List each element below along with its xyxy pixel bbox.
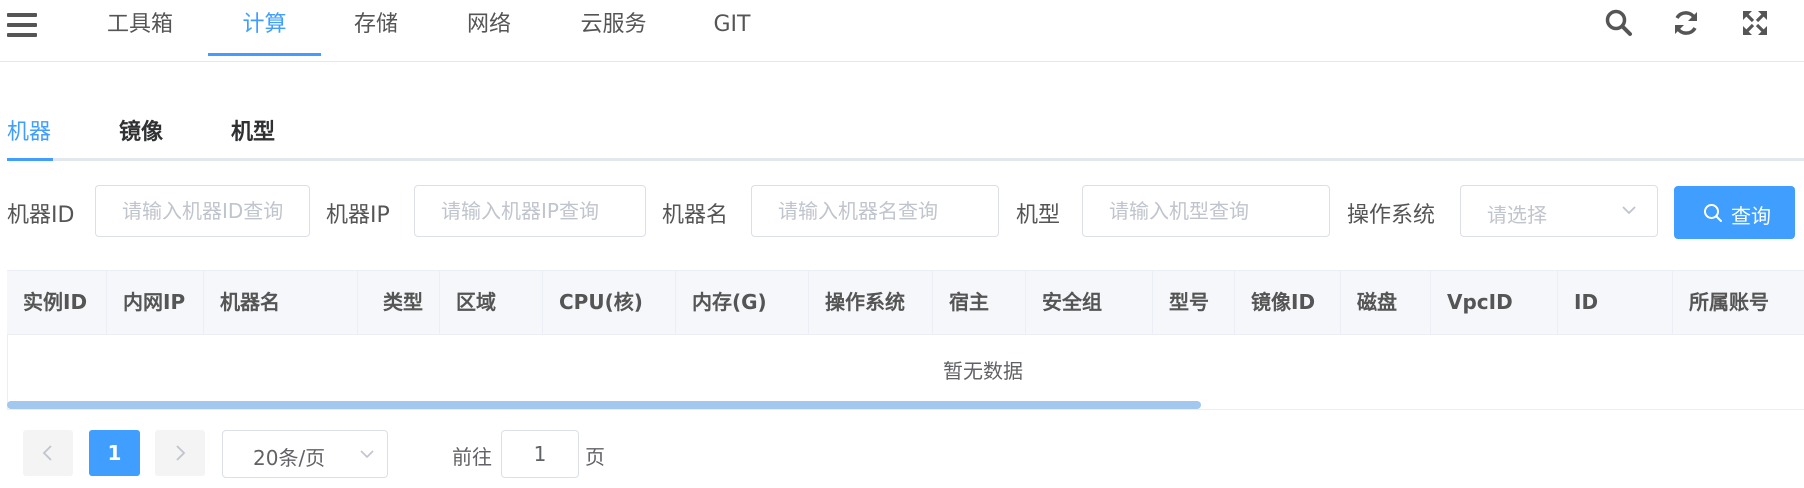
nav-tab-toolbox[interactable]: 工具箱: [94, 0, 186, 56]
horizontal-scrollbar[interactable]: [7, 401, 1201, 409]
os-select[interactable]: 请选择: [1460, 185, 1658, 237]
machine-name-label: 机器名: [662, 203, 729, 228]
column-header[interactable]: 镜像ID: [1235, 271, 1341, 334]
nav-tab-storage[interactable]: 存储: [350, 0, 402, 56]
chevron-down-icon: [1622, 206, 1636, 215]
page-size-select[interactable]: 20条/页: [222, 430, 388, 478]
machine-ip-input[interactable]: [414, 185, 646, 237]
nav-tab-git[interactable]: GIT: [708, 0, 756, 56]
column-header[interactable]: CPU(核): [543, 271, 676, 334]
column-header[interactable]: 型号: [1153, 271, 1235, 334]
page-size-value: 20条/页: [253, 446, 326, 470]
refresh-icon[interactable]: [1671, 8, 1701, 38]
subtab-machines[interactable]: 机器: [7, 114, 51, 146]
machine-id-label: 机器ID: [7, 203, 75, 228]
column-header[interactable]: 宿主: [933, 271, 1026, 334]
nav-tab-compute[interactable]: 计算: [208, 0, 321, 56]
os-label: 操作系统: [1347, 203, 1436, 228]
sub-tabs-divider: [7, 158, 1804, 161]
sub-tabs: 机器 镜像 机型: [0, 102, 1804, 161]
machine-name-input[interactable]: [751, 185, 999, 237]
goto-label: 前往: [452, 445, 492, 469]
column-header[interactable]: 类型: [358, 271, 440, 334]
machine-type-input[interactable]: [1082, 185, 1330, 237]
column-header[interactable]: 所属账号: [1673, 271, 1804, 334]
chevron-left-icon: [42, 445, 52, 461]
machine-type-label: 机型: [1016, 203, 1061, 228]
chevron-down-icon: [360, 450, 374, 459]
column-header[interactable]: 机器名: [204, 271, 358, 334]
column-header[interactable]: 内网IP: [107, 271, 204, 334]
column-header[interactable]: VpcID: [1431, 271, 1558, 334]
table-body: 暂无数据: [7, 335, 1804, 410]
search-icon: [1704, 204, 1722, 222]
fullscreen-icon[interactable]: [1740, 8, 1770, 38]
query-button[interactable]: 查询: [1674, 186, 1795, 239]
machine-ip-label: 机器IP: [326, 203, 390, 228]
machine-id-input[interactable]: [95, 185, 310, 237]
column-header[interactable]: 磁盘: [1341, 271, 1431, 334]
column-header[interactable]: 内存(G): [676, 271, 809, 334]
top-nav: 工具箱 计算 存储 网络 云服务 GIT: [0, 0, 1804, 62]
page-suffix: 页: [585, 445, 605, 469]
goto-page-input[interactable]: [501, 430, 579, 478]
prev-page-button[interactable]: [23, 430, 73, 476]
subtab-images[interactable]: 镜像: [119, 114, 163, 146]
nav-tab-network[interactable]: 网络: [463, 0, 515, 56]
nav-tab-cloud-service[interactable]: 云服务: [575, 0, 652, 56]
column-header[interactable]: 安全组: [1026, 271, 1153, 334]
column-header[interactable]: 区域: [440, 271, 543, 334]
menu-icon[interactable]: [7, 13, 37, 37]
column-header[interactable]: 操作系统: [809, 271, 933, 334]
table-header: 实例ID 内网IP 机器名 类型 区域 CPU(核) 内存(G) 操作系统 宿主…: [7, 270, 1804, 335]
search-icon[interactable]: [1604, 8, 1634, 38]
os-select-placeholder: 请选择: [1487, 203, 1547, 227]
page-number-current[interactable]: 1: [89, 430, 140, 476]
empty-text: 暂无数据: [943, 359, 1023, 383]
active-tab-indicator: [7, 158, 53, 161]
column-header[interactable]: ID: [1558, 271, 1673, 334]
next-page-button[interactable]: [155, 430, 205, 476]
column-header[interactable]: 实例ID: [7, 271, 107, 334]
chevron-right-icon: [176, 445, 186, 461]
query-button-label: 查询: [1731, 204, 1771, 228]
subtab-machine-types[interactable]: 机型: [231, 114, 275, 146]
